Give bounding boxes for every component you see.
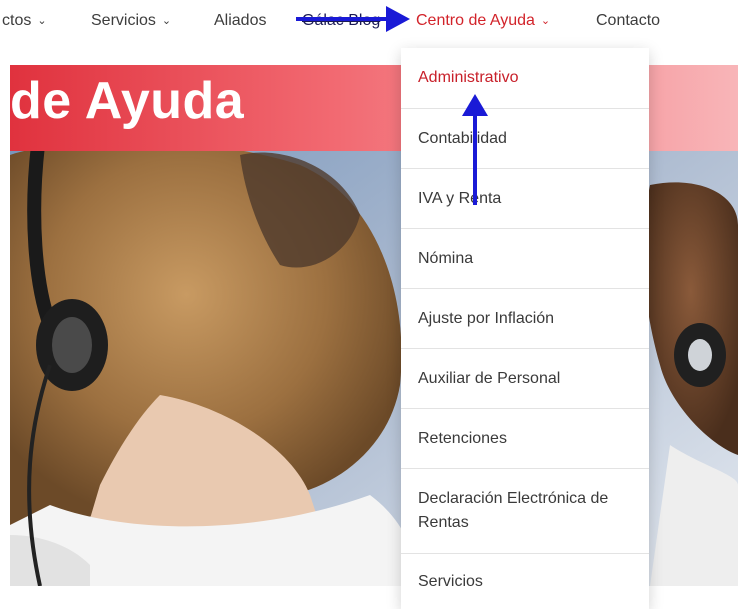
nav-item-galac-blog[interactable]: Gálac Blog: [302, 12, 380, 30]
dropdown-item-label: Nómina: [418, 249, 474, 267]
dropdown-item-ajuste-por-inflacion[interactable]: Ajuste por Inflación: [401, 288, 649, 348]
nav-item-label: Servicios: [91, 12, 156, 29]
dropdown-item-label: IVA y Renta: [418, 189, 502, 207]
dropdown-item-auxiliar-de-personal[interactable]: Auxiliar de Personal: [401, 348, 649, 408]
nav-item-productos[interactable]: ctos ⌄: [2, 12, 47, 30]
dropdown-item-retenciones[interactable]: Retenciones: [401, 408, 649, 468]
nav-item-contacto[interactable]: Contacto: [596, 12, 660, 30]
dropdown-item-label: Servicios: [418, 572, 483, 590]
nav-item-label: Contacto: [596, 12, 661, 29]
dropdown-item-label: Ajuste por Inflación: [418, 309, 555, 327]
nav-item-label: ctos: [2, 12, 32, 29]
nav-item-label: Aliados: [214, 12, 267, 29]
dropdown-item-servicios[interactable]: Servicios: [401, 553, 649, 609]
nav-item-label: Centro de Ayuda: [416, 12, 535, 29]
dropdown-item-declaracion-electronica[interactable]: Declaración Electrónica de Rentas: [401, 468, 649, 553]
nav-item-servicios[interactable]: Servicios ⌄: [91, 12, 171, 30]
chevron-down-icon: ⌄: [161, 15, 172, 27]
nav-item-centro-de-ayuda[interactable]: Centro de Ayuda ⌄: [416, 12, 550, 30]
centro-de-ayuda-dropdown: Administrativo Contabilidad IVA y Renta …: [401, 48, 649, 609]
nav-item-label: Gálac Blog: [302, 12, 381, 29]
chevron-down-icon: ⌄: [540, 15, 551, 27]
chevron-down-icon: ⌄: [37, 15, 47, 27]
dropdown-item-label: Auxiliar de Personal: [418, 369, 561, 387]
dropdown-item-label: Retenciones: [418, 429, 507, 447]
dropdown-item-label: Declaración Electrónica de Rentas: [418, 490, 609, 531]
dropdown-item-label: Contabilidad: [418, 129, 507, 147]
dropdown-item-nomina[interactable]: Nómina: [401, 228, 649, 288]
dropdown-item-administrativo[interactable]: Administrativo: [401, 48, 649, 108]
nav-item-aliados[interactable]: Aliados: [214, 12, 266, 30]
page-title: de Ayuda: [10, 72, 245, 130]
dropdown-item-iva-y-renta[interactable]: IVA y Renta: [401, 168, 649, 228]
main-navigation: ctos ⌄ Servicios ⌄ Aliados Gálac Blog Cent…: [0, 0, 738, 44]
dropdown-item-contabilidad[interactable]: Contabilidad: [401, 108, 649, 168]
dropdown-item-label: Administrativo: [418, 69, 519, 86]
